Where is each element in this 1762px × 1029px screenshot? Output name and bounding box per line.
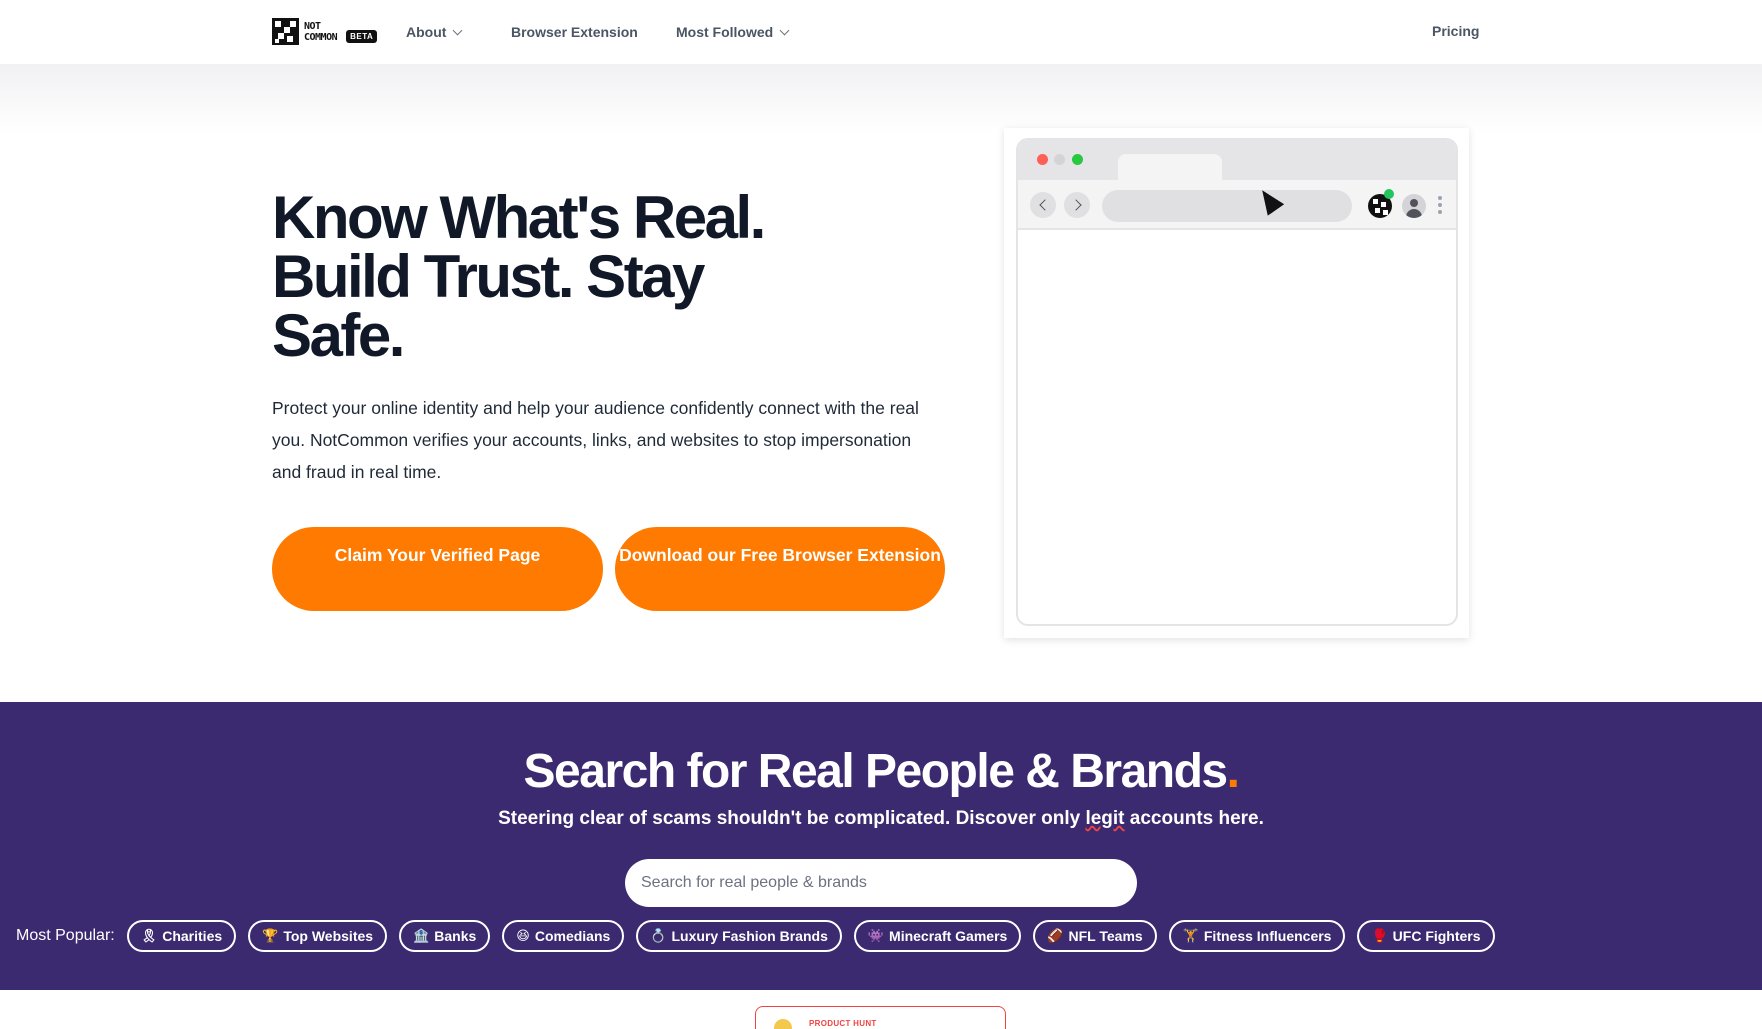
category-pill-fitness-influencers[interactable]: 🏋 Fitness Influencers <box>1168 920 1346 952</box>
maximize-dot-icon <box>1072 154 1083 165</box>
chevron-down-icon <box>779 25 790 35</box>
ribbon-icon: 🎗 <box>140 928 158 943</box>
kebab-menu-icon <box>1438 196 1442 214</box>
boxing-glove-icon: 🥊 <box>1371 928 1388 943</box>
category-pill-minecraft-gamers[interactable]: 👾 Minecraft Gamers <box>853 920 1022 952</box>
product-hunt-medal-icon <box>774 1019 792 1029</box>
most-popular-label: Most Popular: <box>16 927 115 944</box>
nav-most-followed[interactable]: Most Followed <box>676 24 790 40</box>
nav-browser-extension-label: Browser Extension <box>511 24 638 40</box>
close-dot-icon <box>1037 154 1048 165</box>
nav-about-label: About <box>406 24 447 40</box>
category-label: NFL Teams <box>1068 928 1143 944</box>
category-label: Luxury Fashion Brands <box>671 928 828 944</box>
claim-verified-page-button[interactable]: Claim Your Verified Page <box>272 527 603 611</box>
search-subtitle-legit: legit <box>1085 808 1125 829</box>
nav-most-followed-label: Most Followed <box>676 24 774 40</box>
category-label: UFC Fighters <box>1392 928 1481 944</box>
download-extension-button[interactable]: Download our Free Browser Extension <box>615 527 945 611</box>
verified-status-dot-icon <box>1384 189 1394 199</box>
category-label: Minecraft Gamers <box>889 928 1008 944</box>
back-arrow-icon <box>1030 192 1056 218</box>
top-navbar: NOT COMMON BETA About Browser Extension … <box>0 0 1762 64</box>
minimize-dot-icon <box>1054 154 1065 165</box>
hero-title: Know What's Real. Build Trust. Stay Safe… <box>272 184 766 369</box>
search-title-text: Search for Real People & Brands <box>523 745 1229 798</box>
logo-line-1: NOT <box>304 20 321 32</box>
search-subtitle-after: accounts here. <box>1124 808 1264 829</box>
most-popular-row: Most Popular: 🎗 Charities 🏆 Top Websites 🏦… <box>16 920 1495 952</box>
browser-window <box>1016 138 1458 626</box>
browser-mockup <box>1004 128 1469 638</box>
laughing-face-icon: 😆 <box>516 928 530 943</box>
weightlifter-icon: 🏋 <box>1182 928 1199 943</box>
nav-shadow <box>0 64 1762 134</box>
football-icon: 🏈 <box>1047 928 1064 943</box>
bank-icon: 🏦 <box>413 928 430 943</box>
nav-about[interactable]: About <box>406 24 463 40</box>
search-subtitle: Steering clear of scams shouldn't be com… <box>0 808 1762 830</box>
category-pill-ufc-fighters[interactable]: 🥊 UFC Fighters <box>1357 920 1495 952</box>
beta-badge: BETA <box>346 30 378 43</box>
category-pill-banks[interactable]: 🏦 Banks <box>399 920 491 952</box>
search-subtitle-before: Steering clear of scams shouldn't be com… <box>498 808 1086 829</box>
category-pill-charities[interactable]: 🎗 Charities <box>126 920 237 952</box>
browser-tab <box>1118 154 1222 182</box>
nav-pricing-label: Pricing <box>1432 23 1480 39</box>
browser-toolbar <box>1018 180 1456 230</box>
category-pill-comedians[interactable]: 😆 Comedians <box>502 920 625 952</box>
ring-icon: 💍 <box>650 928 667 943</box>
category-label: Top Websites <box>283 928 374 944</box>
search-title-accent: . <box>1226 745 1240 798</box>
address-bar <box>1102 190 1352 222</box>
search-section: Search for Real People & Brands. Steerin… <box>0 702 1762 990</box>
hero-description: Protect your online identity and help yo… <box>272 398 919 482</box>
nav-pricing[interactable]: Pricing <box>1432 23 1479 39</box>
category-label: Charities <box>162 928 223 944</box>
forward-arrow-icon <box>1064 192 1090 218</box>
nav-browser-extension[interactable]: Browser Extension <box>511 24 638 40</box>
category-label: Fitness Influencers <box>1203 928 1332 944</box>
product-hunt-badge[interactable]: PRODUCT HUNT <box>755 1006 1006 1029</box>
search-input[interactable] <box>625 859 1137 907</box>
chevron-down-icon <box>452 25 463 35</box>
logo-line-2: COMMON <box>304 31 338 43</box>
logo-mark-icon <box>272 18 299 45</box>
notcommon-logo[interactable]: NOT COMMON BETA <box>272 18 378 45</box>
category-label: Comedians <box>534 928 611 944</box>
category-pill-nfl-teams[interactable]: 🏈 NFL Teams <box>1033 920 1157 952</box>
category-pill-top-websites[interactable]: 🏆 Top Websites <box>248 920 388 952</box>
category-label: Banks <box>434 928 477 944</box>
browser-titlebar <box>1018 140 1456 182</box>
profile-avatar-icon <box>1402 194 1426 218</box>
search-title: Search for Real People & Brands. <box>0 744 1762 799</box>
logo-wordmark: NOT COMMON <box>304 20 338 43</box>
trophy-icon: 🏆 <box>262 928 279 943</box>
category-pill-luxury-fashion[interactable]: 💍 Luxury Fashion Brands <box>636 920 842 952</box>
product-hunt-label: PRODUCT HUNT <box>809 1019 877 1028</box>
alien-monster-icon: 👾 <box>867 928 885 943</box>
